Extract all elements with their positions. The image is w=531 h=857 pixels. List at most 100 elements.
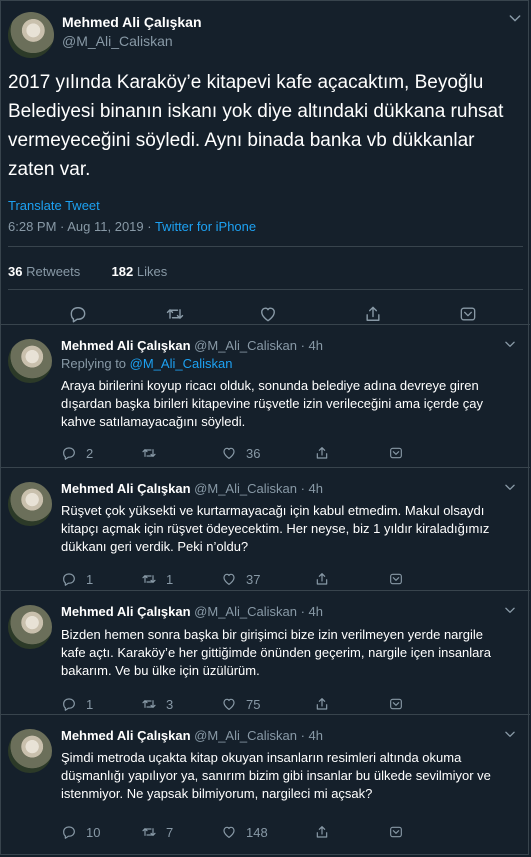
retweet-button[interactable]: 1 <box>141 570 173 588</box>
share-button[interactable] <box>314 570 339 588</box>
reply-text: Bizden hemen sonra başka bir girişimci b… <box>61 627 491 678</box>
reply-button[interactable]: 2 <box>61 444 93 462</box>
chevron-down-icon[interactable] <box>503 337 517 351</box>
reply-icon[interactable] <box>68 304 88 324</box>
tweet-meta: 6:28 PM · Aug 11, 2019 · Twitter for iPh… <box>8 219 256 234</box>
main-tweet-actions <box>8 304 523 326</box>
reply-tweet[interactable]: Mehmed Ali Çalışkan @M_Ali_Caliskan · 4h… <box>0 468 531 590</box>
chevron-down-icon[interactable] <box>458 304 478 324</box>
divider <box>8 289 523 290</box>
author-handle[interactable]: @M_Ali_Caliskan <box>62 33 173 49</box>
author-name[interactable]: Mehmed Ali Çalışkan <box>61 604 191 619</box>
chevron-down-icon <box>390 573 402 585</box>
chevron-down-icon[interactable] <box>503 727 517 741</box>
reply-icon <box>63 573 75 586</box>
like-button[interactable]: 75 <box>221 695 260 713</box>
like-button[interactable]: 37 <box>221 570 260 588</box>
chevron-down-icon <box>390 447 402 459</box>
retweets-label: Retweets <box>22 264 81 279</box>
reply-tweet[interactable]: Mehmed Ali Çalışkan @M_Ali_Caliskan · 4h… <box>0 591 531 714</box>
chevron-down-icon[interactable] <box>503 480 517 494</box>
heart-icon[interactable] <box>258 304 278 324</box>
like-button[interactable]: 36 <box>221 444 260 462</box>
like-count: 36 <box>246 445 261 461</box>
share-icon <box>316 698 328 710</box>
like-count: 37 <box>246 571 261 587</box>
reply-actions: 1 3 75 <box>61 695 531 713</box>
reply-header: Mehmed Ali Çalışkan @M_Ali_Caliskan · 4h <box>61 338 323 353</box>
reply-count: 10 <box>86 824 101 840</box>
like-button[interactable]: 148 <box>221 823 268 841</box>
likes-stat[interactable]: 182 Likes <box>112 264 168 279</box>
replying-to: Replying to @M_Ali_Caliskan <box>61 356 232 371</box>
heart-icon <box>223 573 235 585</box>
reply-text: Rüşvet çok yüksekti ve kurtarmayacağı iç… <box>61 503 490 554</box>
reply-actions: 1 1 37 <box>61 570 531 588</box>
author-name[interactable]: Mehmed Ali Çalışkan <box>61 481 191 496</box>
more-button[interactable] <box>388 444 413 462</box>
share-button[interactable] <box>314 444 339 462</box>
chevron-down-icon[interactable] <box>503 603 517 617</box>
reply-button[interactable]: 1 <box>61 570 93 588</box>
divider <box>8 246 523 247</box>
more-button[interactable] <box>388 570 413 588</box>
tweet-text: 2017 yılında Karaköy’e kitapevi kafe aça… <box>8 72 504 180</box>
tweet-source-link[interactable]: Twitter for iPhone <box>155 219 256 234</box>
heart-icon <box>223 447 235 459</box>
share-icon[interactable] <box>363 304 383 324</box>
reply-button[interactable]: 1 <box>61 695 93 713</box>
share-button[interactable] <box>314 823 339 841</box>
retweet-icon <box>142 700 156 708</box>
reply-count: 1 <box>86 696 94 712</box>
share-icon <box>316 826 328 838</box>
translate-tweet-link[interactable]: Translate Tweet <box>8 198 100 213</box>
avatar[interactable] <box>8 482 52 526</box>
more-button[interactable] <box>388 823 413 841</box>
avatar[interactable] <box>8 605 52 649</box>
reply-header: Mehmed Ali Çalışkan @M_Ali_Caliskan · 4h <box>61 604 323 619</box>
retweets-count: 36 <box>8 264 23 279</box>
author-name[interactable]: Mehmed Ali Çalışkan <box>61 338 191 353</box>
like-count: 148 <box>246 824 268 840</box>
author-name[interactable]: Mehmed Ali Çalışkan <box>61 728 191 743</box>
chevron-down-icon[interactable] <box>507 10 523 26</box>
main-tweet: Mehmed Ali Çalışkan @M_Ali_Caliskan 2017… <box>8 8 523 328</box>
retweet-count: 1 <box>166 571 174 587</box>
retweet-button[interactable]: 7 <box>141 823 173 841</box>
heart-icon <box>223 698 235 710</box>
reply-tweet[interactable]: Mehmed Ali Çalışkan @M_Ali_Caliskan · 4h… <box>0 715 531 855</box>
share-icon <box>316 573 328 585</box>
reply-actions: 10 7 148 <box>61 823 531 841</box>
author-handle-time[interactable]: @M_Ali_Caliskan · 4h <box>191 604 323 619</box>
author-handle-time[interactable]: @M_Ali_Caliskan · 4h <box>191 338 323 353</box>
like-count: 75 <box>246 696 261 712</box>
retweet-button[interactable] <box>141 444 166 462</box>
author-handle-time[interactable]: @M_Ali_Caliskan · 4h <box>191 481 323 496</box>
tweet-timestamp[interactable]: 6:28 PM · Aug 11, 2019 · <box>8 219 155 234</box>
reply-header: Mehmed Ali Çalışkan @M_Ali_Caliskan · 4h <box>61 728 323 743</box>
chevron-down-icon <box>390 698 402 710</box>
reply-icon <box>63 698 75 711</box>
retweet-icon <box>142 828 156 836</box>
retweet-count: 3 <box>166 696 174 712</box>
heart-icon <box>223 826 235 838</box>
reply-button[interactable]: 10 <box>61 823 100 841</box>
share-icon <box>316 447 328 459</box>
avatar[interactable] <box>8 12 54 58</box>
author-name[interactable]: Mehmed Ali Çalışkan <box>62 14 202 30</box>
retweets-stat[interactable]: 36 Retweets <box>8 264 80 279</box>
more-button[interactable] <box>388 695 413 713</box>
avatar[interactable] <box>8 339 52 383</box>
reply-text: Araya birilerini koyup ricacı olduk, son… <box>61 378 483 429</box>
reply-actions: 2 36 <box>61 444 531 462</box>
replying-to-handle[interactable]: @M_Ali_Caliskan <box>130 356 233 371</box>
tweet-stats: 36 Retweets 182 Likes <box>8 264 167 279</box>
share-button[interactable] <box>314 695 339 713</box>
retweet-button[interactable]: 3 <box>141 695 173 713</box>
reply-tweet[interactable]: Mehmed Ali Çalışkan @M_Ali_Caliskan · 4h… <box>0 325 531 467</box>
retweet-icon <box>142 449 156 457</box>
author-handle-time[interactable]: @M_Ali_Caliskan · 4h <box>191 728 323 743</box>
retweet-icon[interactable] <box>165 304 185 324</box>
reply-text: Şimdi metroda uçakta kitap okuyan insanl… <box>61 750 491 801</box>
avatar[interactable] <box>8 729 52 773</box>
